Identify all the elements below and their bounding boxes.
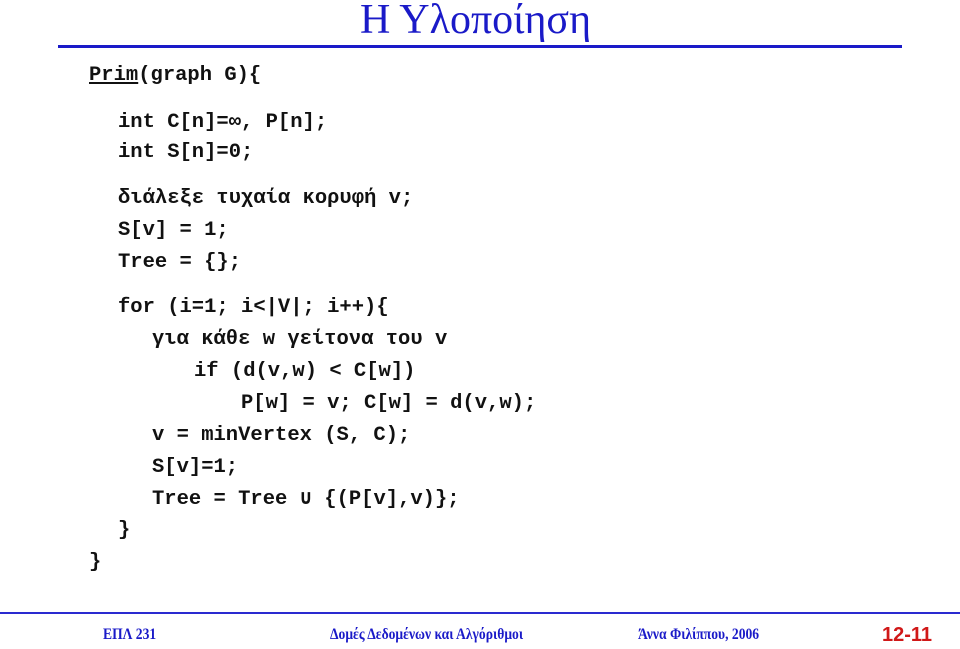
footer-author: Άννα Φιλίππου, 2006: [638, 626, 760, 643]
code-line: for (i=1; i<|V|; i++){: [118, 296, 389, 319]
page-number: 12-11: [882, 624, 933, 646]
code-line: Tree = Tree ∪ {(P[v],v)};: [152, 488, 460, 511]
code-line: διάλεξε τυχαία κορυφή v;: [118, 187, 414, 210]
title-divider: [58, 45, 902, 48]
function-name: Prim: [89, 64, 139, 87]
code-line: S[v] = 1;: [118, 219, 229, 242]
code-line: P[w] = v; C[w] = d(v,w);: [241, 392, 537, 415]
code-line: S[v]=1;: [152, 456, 239, 479]
footer-divider: [0, 612, 960, 614]
code-line: int S[n]=0;: [118, 141, 254, 164]
code-signature: Prim(graph G){: [89, 64, 261, 88]
code-line: }: [89, 551, 102, 574]
slide-title: Η Υλοποίηση: [360, 0, 592, 43]
code-line: Tree = {};: [118, 251, 242, 274]
code-line: if (d(v,w) < C[w]): [194, 360, 416, 383]
footer-course: ΕΠΛ 231: [103, 626, 157, 643]
code-line: v = minVertex (S, C);: [152, 424, 411, 447]
code-line: για κάθε w γείτονα του v: [152, 328, 448, 351]
function-params: (graph G){: [138, 64, 262, 87]
code-line: }: [118, 519, 131, 542]
code-line: int C[n]=∞, P[n];: [118, 111, 328, 134]
footer-subject: Δομές Δεδομένων και Αλγόριθμοι: [330, 626, 524, 643]
